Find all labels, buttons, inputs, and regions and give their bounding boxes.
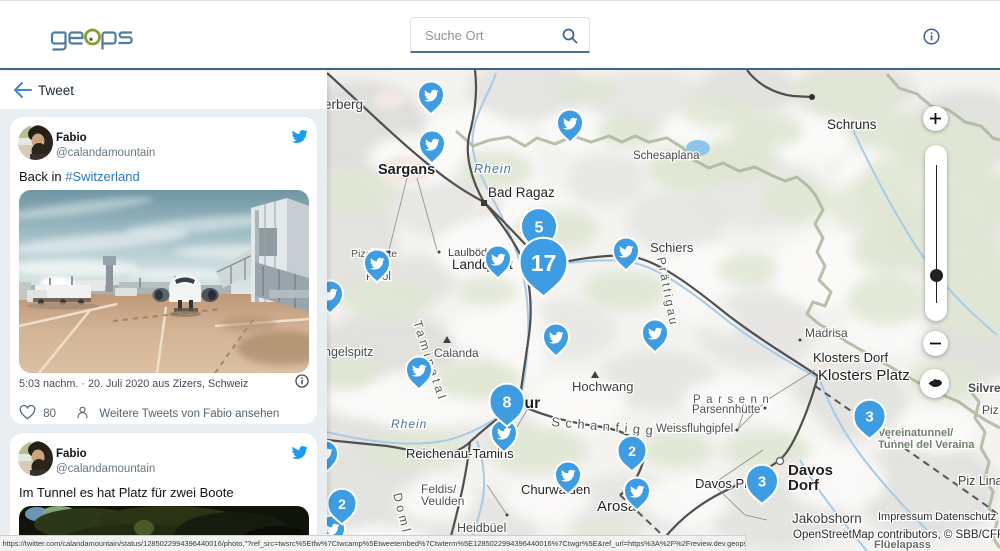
svg-text:Dorf: Dorf: [788, 477, 820, 494]
svg-text:Klosters Dorf: Klosters Dorf: [813, 350, 889, 365]
svg-text:Churwalden: Churwalden: [521, 482, 590, 497]
svg-text:Rhein: Rhein: [391, 417, 427, 431]
svg-text:2: 2: [338, 496, 346, 512]
svg-text:Silvrett: Silvrett: [968, 381, 1000, 395]
svg-text:Tunnel del Veraina: Tunnel del Veraina: [878, 439, 975, 451]
svg-text:Piz Linard: Piz Linard: [958, 474, 1000, 488]
svg-text:Sargans: Sargans: [378, 162, 435, 178]
svg-text:Reichenau-Tamins: Reichenau-Tamins: [406, 446, 514, 461]
svg-text:ngelspitz: ngelspitz: [327, 345, 373, 359]
svg-text:Hochwang: Hochwang: [572, 379, 633, 394]
svg-text:17: 17: [531, 250, 557, 276]
svg-text:Davos Pl.: Davos Pl.: [695, 476, 751, 491]
svg-text:Klosters Platz: Klosters Platz: [818, 367, 910, 384]
svg-text:Veulden: Veulden: [421, 494, 464, 508]
svg-text:Schesaplana: Schesaplana: [633, 150, 700, 162]
svg-text:3: 3: [758, 474, 766, 491]
svg-text:8: 8: [503, 395, 512, 412]
svg-text:Madrisa: Madrisa: [805, 326, 848, 340]
svg-text:Schruns: Schruns: [827, 117, 877, 132]
svg-text:Flüelapass: Flüelapass: [874, 539, 931, 551]
svg-text:Impressum: Impressum: [878, 511, 932, 523]
svg-text:Vereinatunnel/: Vereinatunnel/: [878, 427, 953, 439]
svg-text:3: 3: [865, 409, 873, 426]
svg-text:Piz: Piz: [982, 403, 999, 417]
svg-text:Bad Ragaz: Bad Ragaz: [488, 185, 555, 200]
svg-text:2: 2: [628, 443, 636, 459]
svg-text:Rhein: Rhein: [474, 162, 512, 176]
svg-text:Calanda: Calanda: [434, 346, 479, 360]
svg-text:Weissfluhgipfel: Weissfluhgipfel: [656, 423, 733, 435]
svg-text:Datenschutz: Datenschutz: [935, 511, 996, 523]
svg-text:5: 5: [535, 220, 544, 237]
svg-text:erberg: erberg: [327, 97, 363, 112]
svg-text:Heidbüel: Heidbüel: [457, 521, 506, 535]
svg-text:Jakobshorn: Jakobshorn: [792, 511, 862, 526]
svg-text:Parsennhütte: Parsennhütte: [692, 404, 760, 416]
svg-text:Schiers: Schiers: [650, 240, 694, 255]
